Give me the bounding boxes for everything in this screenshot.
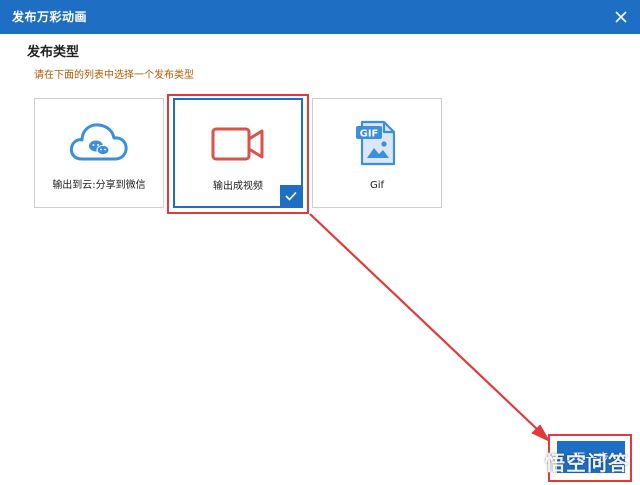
publish-option-cloud[interactable]: 输出到云:分享到微信 (34, 98, 164, 208)
section-title: 发布类型 (27, 45, 80, 60)
title-bar: 发布万彩动画 (0, 0, 640, 34)
checkmark-icon (285, 191, 297, 201)
cloud-wechat-icon (69, 123, 128, 161)
selection-hint: 请在下面的列表中选择一个发布类型 (34, 70, 194, 81)
video-camera-icon (211, 127, 264, 161)
publish-option-gif[interactable]: GIF Gif (312, 98, 442, 208)
window-title: 发布万彩动画 (12, 10, 88, 24)
gif-file-icon: GIF (356, 120, 396, 166)
close-icon (615, 11, 627, 23)
publish-option-label: Gif (369, 180, 385, 191)
chat-bubble-icon (520, 452, 542, 471)
next-button[interactable]: 下一步 (557, 441, 625, 473)
selected-badge (280, 185, 302, 207)
publish-option-label: 输出到云:分享到微信 (52, 180, 146, 191)
publish-dialog: 发布万彩动画 发布类型 请在下面的列表中选择一个发布类型 输出到云:分享到微信 (0, 0, 640, 485)
close-button[interactable] (610, 6, 632, 28)
publish-option-video[interactable]: 输出成视频 (173, 98, 303, 208)
svg-text:GIF: GIF (360, 129, 379, 140)
